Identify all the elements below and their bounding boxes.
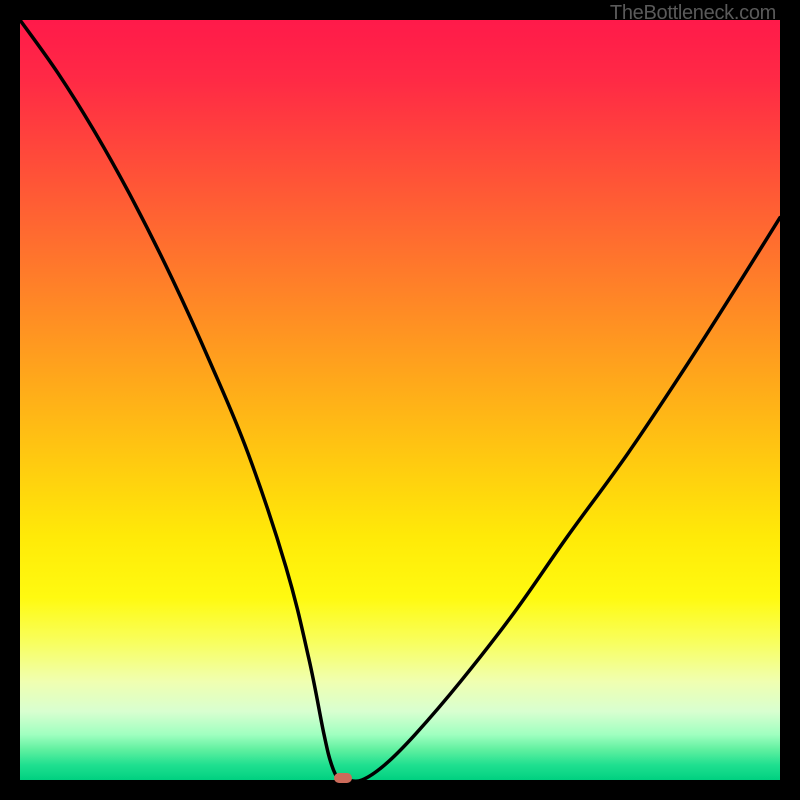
- plot-area: [20, 20, 780, 780]
- bottleneck-marker: [334, 773, 352, 783]
- curve-line: [20, 20, 780, 780]
- chart-container: TheBottleneck.com: [0, 0, 800, 800]
